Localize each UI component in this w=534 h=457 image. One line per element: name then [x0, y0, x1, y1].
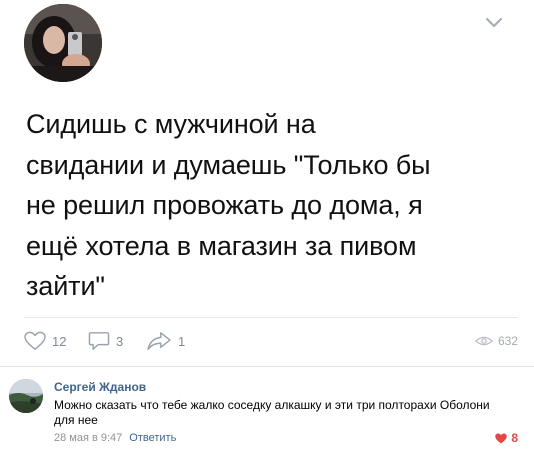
post-text: Сидишь с мужчиной на свидании и думаешь …: [26, 109, 431, 301]
avatar-photo: [9, 379, 43, 413]
like-button[interactable]: 12: [24, 330, 66, 352]
comment-icon: [88, 332, 110, 350]
wall-post: Сидишь с мужчиной на свидании и думаешь …: [0, 0, 534, 366]
avatar-photo: [24, 4, 102, 82]
comment-item: Сергей Жданов Можно сказать что тебе жал…: [0, 367, 534, 457]
chevron-down-icon[interactable]: [484, 16, 504, 30]
comment-date[interactable]: 28 мая в 9:47: [54, 432, 122, 444]
comment-button[interactable]: 3: [88, 330, 123, 352]
heart-icon: [24, 331, 46, 350]
comment-meta: 28 мая в 9:47 Ответить: [54, 432, 176, 444]
views-counter: 632: [474, 330, 518, 352]
eye-icon: [474, 336, 493, 346]
comment-like-count: 8: [511, 431, 518, 445]
views-count: 632: [497, 334, 518, 348]
heart-icon: [495, 433, 508, 443]
share-count: 1: [178, 333, 186, 349]
comment-count: 3: [116, 333, 124, 349]
commenter-avatar[interactable]: [9, 379, 43, 413]
divider: [24, 317, 518, 318]
post-actions: 12 3 1 632: [24, 330, 518, 352]
author-avatar[interactable]: [24, 4, 102, 82]
comment-author[interactable]: Сергей Жданов: [54, 380, 146, 394]
reply-button[interactable]: Ответить: [129, 432, 176, 444]
comment-like-button[interactable]: 8: [495, 431, 518, 445]
share-button[interactable]: 1: [146, 330, 185, 352]
share-icon: [147, 332, 171, 350]
like-count: 12: [52, 333, 67, 349]
comment-text: Можно сказать что тебе жалко соседку алк…: [54, 398, 490, 427]
